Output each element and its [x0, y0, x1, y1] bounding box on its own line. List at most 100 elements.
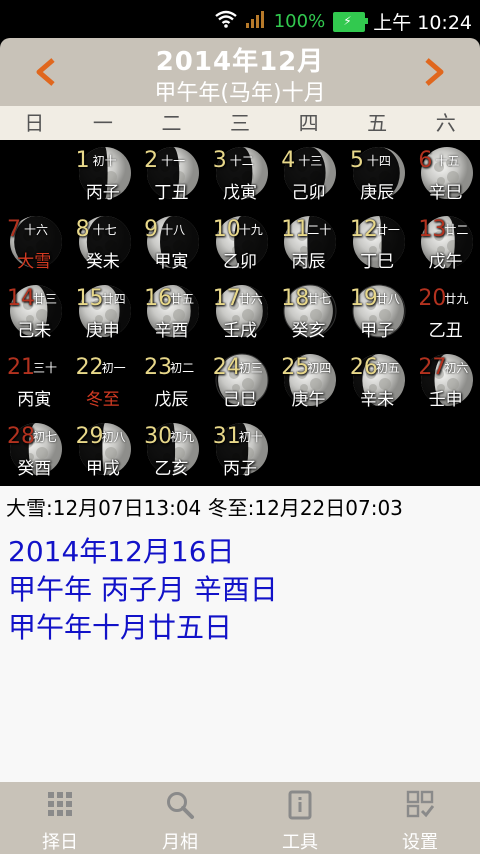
calendar-day-cell[interactable]: 18 廿七 癸亥: [274, 278, 343, 347]
lunar-day: 初一: [101, 361, 126, 375]
ganzhi-label: 乙亥: [154, 459, 189, 479]
day-number: 10: [212, 217, 241, 242]
ganzhi-label: 辛巳: [428, 183, 463, 203]
tab-moon-phase[interactable]: 月相: [120, 782, 240, 854]
lunar-day: 十六: [24, 223, 49, 237]
ganzhi-label: 丙辰: [291, 252, 326, 272]
calendar-day-cell[interactable]: 21 三十丙寅: [0, 347, 69, 416]
calendar-day-cell[interactable]: 27 初六 壬申: [411, 347, 480, 416]
day-number: 27: [418, 355, 447, 380]
bottom-navigation: 择日 月相 工具 设置: [0, 782, 480, 854]
calendar-day-cell[interactable]: 9 十八 甲寅: [137, 209, 206, 278]
calendar-day-cell[interactable]: 3 十二戊寅: [206, 140, 275, 209]
calendar-day-cell[interactable]: 1 初十 丙子: [69, 140, 138, 209]
calendar-day-cell[interactable]: 28 初七 癸酉: [0, 416, 69, 485]
calendar-day-cell[interactable]: 16 廿五辛酉: [137, 278, 206, 347]
calendar-day-cell[interactable]: 7 十六 大雪: [0, 209, 69, 278]
tab-select-day-label: 择日: [42, 832, 78, 853]
weekday-tue: 二: [161, 111, 182, 135]
day-number: 18: [281, 286, 310, 311]
calendar-day-cell[interactable]: 14 廿三 己未: [0, 278, 69, 347]
calendar-grid: 1 初十 丙子 2 十一 丁丑 3 十二 戊寅 4 十三 己卯 5 十四 庚辰 6 十五 辛巳 7 十六 大雪 8 十七 癸未…: [0, 140, 480, 486]
day-number: 12: [349, 217, 378, 242]
ganzhi-label: 乙丑: [428, 321, 463, 341]
lunar-day: 初五: [375, 361, 400, 375]
lunar-day: 廿三: [33, 292, 58, 306]
day-number: 11: [281, 217, 310, 242]
ganzhi-label: 己巳: [222, 390, 257, 410]
day-number: 1: [75, 148, 90, 173]
ganzhi-label: 壬戌: [222, 321, 257, 341]
day-number: 21: [7, 355, 35, 380]
weekday-header-row: 日 一 二 三 四 五 六: [0, 106, 480, 140]
calendar-day-cell[interactable]: 24 初三 己巳: [206, 347, 275, 416]
day-number: 28: [7, 424, 35, 449]
calendar-day-cell[interactable]: 30 初九 乙亥: [137, 416, 206, 485]
status-bar: 100% ⚡ 上午 10:24: [0, 0, 480, 38]
lunar-day: 三十: [33, 361, 58, 375]
day-number: 24: [212, 355, 241, 380]
weekday-sun: 日: [24, 111, 45, 135]
signal-icon: [245, 10, 266, 33]
ganzhi-label: 戊寅: [222, 183, 257, 203]
day-number: 8: [75, 217, 90, 242]
ganzhi-label: 丙寅: [17, 390, 52, 410]
selected-ganzhi: 甲午年 丙子月 辛酉日: [8, 573, 278, 606]
lunar-month-subtitle: 甲午年(马年)十月: [154, 81, 326, 106]
day-number: 3: [212, 148, 227, 173]
day-number: 13: [418, 217, 447, 242]
calendar-day-cell[interactable]: 11 二十 丙辰: [274, 209, 343, 278]
calendar-day-cell[interactable]: 31 初十 丙子: [206, 416, 275, 485]
ganzhi-label: 辛酉: [154, 321, 189, 341]
weekday-wed: 三: [230, 111, 251, 135]
ganzhi-label: 冬至: [85, 390, 120, 410]
day-number: 31: [212, 424, 241, 449]
calendar-day-cell[interactable]: 20 廿九 乙丑: [411, 278, 480, 347]
lunar-day: 廿九: [444, 292, 469, 306]
ganzhi-label: 甲子: [360, 321, 395, 341]
month-title: 2014年12月: [155, 47, 325, 77]
grid-dots-icon: [48, 792, 72, 816]
calendar-day-cell[interactable]: 22 初一冬至: [69, 347, 138, 416]
lunar-day: 廿五: [170, 292, 195, 306]
calendar-day-cell[interactable]: 15 廿四 庚申: [69, 278, 138, 347]
ganzhi-label: 甲寅: [154, 252, 189, 272]
day-number: 15: [75, 286, 104, 311]
calendar-day-cell[interactable]: 4 十三 己卯: [274, 140, 343, 209]
tab-tools[interactable]: 工具: [240, 782, 360, 854]
clock: 上午 10:24: [373, 12, 472, 34]
lunar-day: 十五: [435, 154, 460, 168]
calendar-header: 2014年12月 甲午年(马年)十月: [0, 38, 480, 106]
ganzhi-label: 大雪: [17, 252, 52, 272]
tab-select-day[interactable]: 择日: [0, 782, 120, 854]
next-month-button[interactable]: [414, 52, 454, 92]
calendar-day-cell[interactable]: 25 初四 庚午: [274, 347, 343, 416]
lunar-day: 十八: [161, 223, 186, 237]
calendar-day-cell[interactable]: 8 十七 癸未: [69, 209, 138, 278]
day-number: 22: [75, 355, 104, 380]
calendar-day-cell[interactable]: 6 十五 辛巳: [411, 140, 480, 209]
info-panel: 大雪:12月07日13:04 冬至:12月22日07:03 2014年12月16…: [0, 486, 480, 782]
ganzhi-label: 丙子: [222, 459, 257, 479]
lunar-day: 廿四: [101, 292, 126, 306]
selected-date: 2014年12月16日: [8, 535, 235, 568]
calendar-day-cell[interactable]: 29 初八 甲戌: [69, 416, 138, 485]
ganzhi-label: 丁丑: [154, 183, 189, 203]
ganzhi-label: 甲戌: [85, 459, 120, 479]
tab-settings[interactable]: 设置: [360, 782, 480, 854]
lunar-day: 十七: [92, 223, 117, 237]
day-number: 16: [144, 286, 173, 311]
calendar-day-cell[interactable]: 12 廿一 丁巳: [343, 209, 412, 278]
calendar-day-cell[interactable]: 13 廿二 戊午: [411, 209, 480, 278]
ganzhi-label: 癸亥: [291, 321, 326, 341]
calendar-day-cell[interactable]: 17 廿六 壬戌: [206, 278, 275, 347]
calendar-day-cell[interactable]: 26 初五 辛未: [343, 347, 412, 416]
calendar-day-cell[interactable]: 23 初二 戊辰: [137, 347, 206, 416]
calendar-day-cell[interactable]: 10 十九 乙卯: [206, 209, 275, 278]
day-number: 19: [349, 286, 378, 311]
ganzhi-label: 癸酉: [17, 459, 52, 479]
calendar-day-cell[interactable]: 19 廿八 甲子: [343, 278, 412, 347]
calendar-day-cell[interactable]: 2 十一 丁丑: [137, 140, 206, 209]
calendar-day-cell[interactable]: 5 十四 庚辰: [343, 140, 412, 209]
lunar-day: 十二: [229, 154, 254, 168]
